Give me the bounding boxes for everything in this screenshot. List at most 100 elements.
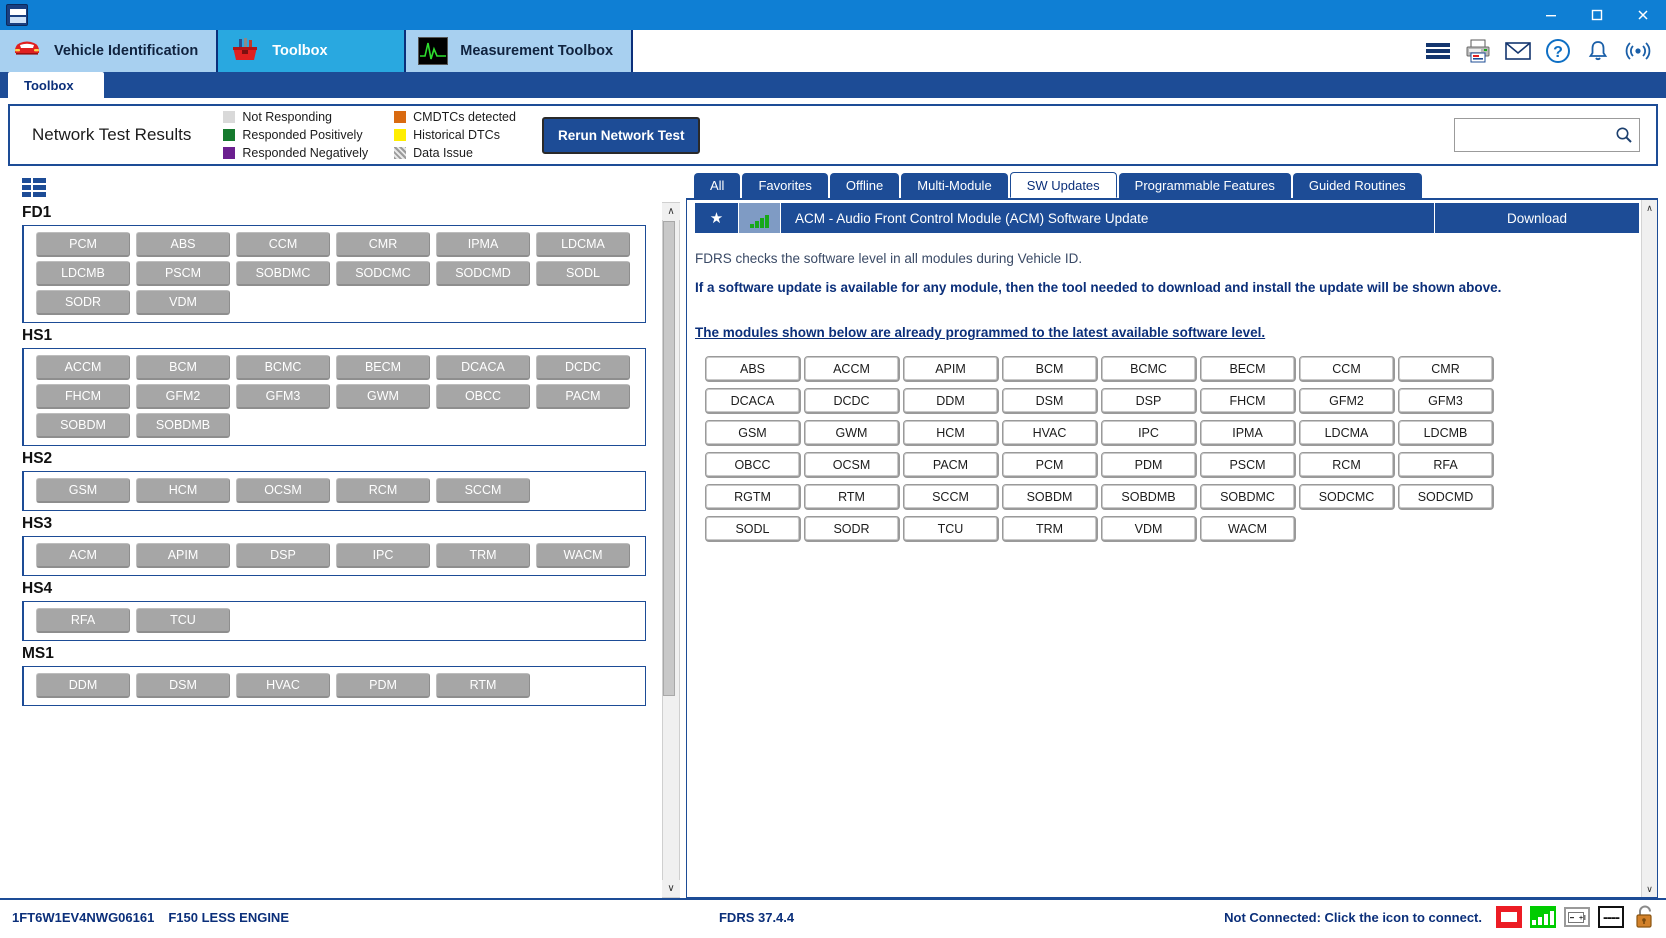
network-module-chip[interactable]: RFA [36, 608, 130, 633]
network-module-chip[interactable]: IPMA [436, 232, 530, 257]
network-module-chip[interactable]: DSM [136, 673, 230, 698]
up-to-date-module-chip[interactable]: SOBDM [1002, 484, 1098, 510]
software-update-row[interactable]: ★ ACM - Audio Front Control Module (ACM)… [695, 203, 1639, 233]
minimize-button[interactable] [1528, 0, 1574, 30]
up-to-date-module-chip[interactable]: ACCM [804, 356, 900, 382]
battery-icon[interactable]: + [1564, 906, 1590, 928]
network-module-chip[interactable]: GSM [36, 478, 130, 503]
up-to-date-module-chip[interactable]: ABS [705, 356, 801, 382]
network-module-chip[interactable]: GFM3 [236, 384, 330, 409]
up-to-date-module-chip[interactable]: FHCM [1200, 388, 1296, 414]
scroll-down-arrow[interactable]: ∨ [1642, 881, 1658, 897]
network-module-chip[interactable]: ACCM [36, 355, 130, 380]
up-to-date-module-chip[interactable]: BECM [1200, 356, 1296, 382]
up-to-date-module-chip[interactable]: RGTM [705, 484, 801, 510]
network-module-chip[interactable]: RTM [436, 673, 530, 698]
up-to-date-module-chip[interactable]: TCU [903, 516, 999, 542]
up-to-date-module-chip[interactable]: BCM [1002, 356, 1098, 382]
sub-tab-toolbox[interactable]: Toolbox [8, 72, 104, 98]
up-to-date-module-chip[interactable]: PSCM [1200, 452, 1296, 478]
scrollbar-track[interactable] [663, 220, 679, 880]
rerun-network-test-button[interactable]: Rerun Network Test [542, 117, 701, 154]
network-module-chip[interactable]: GWM [336, 384, 430, 409]
up-to-date-module-chip[interactable]: APIM [903, 356, 999, 382]
printer-icon[interactable] [1464, 37, 1492, 65]
up-to-date-module-chip[interactable]: SOBDMC [1200, 484, 1296, 510]
close-button[interactable] [1620, 0, 1666, 30]
network-module-chip[interactable]: DCDC [536, 355, 630, 380]
up-to-date-module-chip[interactable]: IPMA [1200, 420, 1296, 446]
network-module-chip[interactable]: ABS [136, 232, 230, 257]
network-module-chip[interactable]: LDCMB [36, 261, 130, 286]
network-module-chip[interactable]: CCM [236, 232, 330, 257]
network-module-chip[interactable]: GFM2 [136, 384, 230, 409]
up-to-date-module-chip[interactable]: GSM [705, 420, 801, 446]
network-module-chip[interactable]: ACM [36, 543, 130, 568]
maximize-button[interactable] [1574, 0, 1620, 30]
up-to-date-module-chip[interactable]: DSM [1002, 388, 1098, 414]
main-tab-measurement-toolbox[interactable]: Measurement Toolbox [406, 30, 633, 72]
unlocked-padlock-icon[interactable] [1632, 906, 1658, 928]
up-to-date-module-chip[interactable]: DSP [1101, 388, 1197, 414]
network-module-chip[interactable]: HCM [136, 478, 230, 503]
network-module-chip[interactable]: BCMC [236, 355, 330, 380]
network-module-chip[interactable]: SOBDMB [136, 413, 230, 438]
toolbox-tab-sw-updates[interactable]: SW Updates [1010, 172, 1117, 198]
up-to-date-module-chip[interactable]: WACM [1200, 516, 1296, 542]
up-to-date-module-chip[interactable]: PDM [1101, 452, 1197, 478]
network-module-chip[interactable]: VDM [136, 290, 230, 315]
up-to-date-module-chip[interactable]: SODL [705, 516, 801, 542]
up-to-date-module-chip[interactable]: SCCM [903, 484, 999, 510]
notification-bell-icon[interactable] [1584, 37, 1612, 65]
network-module-chip[interactable]: BCM [136, 355, 230, 380]
network-module-chip[interactable]: SOBDMC [236, 261, 330, 286]
network-module-chip[interactable]: SODCMD [436, 261, 530, 286]
network-module-chip[interactable]: PDM [336, 673, 430, 698]
up-to-date-module-chip[interactable]: PCM [1002, 452, 1098, 478]
up-to-date-module-chip[interactable]: GFM2 [1299, 388, 1395, 414]
favorite-star-icon[interactable]: ★ [695, 203, 739, 233]
up-to-date-module-chip[interactable]: DCACA [705, 388, 801, 414]
up-to-date-module-chip[interactable]: IPC [1101, 420, 1197, 446]
up-to-date-module-chip[interactable]: HCM [903, 420, 999, 446]
scrollbar-thumb[interactable] [663, 221, 675, 696]
network-module-chip[interactable]: BECM [336, 355, 430, 380]
network-module-chip[interactable]: DCACA [436, 355, 530, 380]
network-module-chip[interactable]: OBCC [436, 384, 530, 409]
grid-view-toggle-icon[interactable] [22, 178, 46, 198]
up-to-date-module-chip[interactable]: OCSM [804, 452, 900, 478]
up-to-date-module-chip[interactable]: OBCC [705, 452, 801, 478]
up-to-date-module-chip[interactable]: PACM [903, 452, 999, 478]
network-module-chip[interactable]: SCCM [436, 478, 530, 503]
network-module-chip[interactable]: SODCMC [336, 261, 430, 286]
up-to-date-module-chip[interactable]: SOBDMB [1101, 484, 1197, 510]
hamburger-menu-icon[interactable] [1424, 37, 1452, 65]
up-to-date-module-chip[interactable]: CCM [1299, 356, 1395, 382]
up-to-date-module-chip[interactable]: DCDC [804, 388, 900, 414]
broadcast-icon[interactable] [1624, 37, 1652, 65]
network-module-chip[interactable]: TRM [436, 543, 530, 568]
up-to-date-module-chip[interactable]: SODR [804, 516, 900, 542]
vci-disconnected-icon[interactable] [1496, 906, 1522, 928]
up-to-date-module-chip[interactable]: HVAC [1002, 420, 1098, 446]
scroll-up-arrow[interactable]: ∧ [662, 203, 680, 220]
up-to-date-module-chip[interactable]: VDM [1101, 516, 1197, 542]
up-to-date-module-chip[interactable]: TRM [1002, 516, 1098, 542]
up-to-date-module-chip[interactable]: DDM [903, 388, 999, 414]
main-tab-toolbox[interactable]: Toolbox [218, 30, 406, 72]
search-icon[interactable] [1615, 126, 1633, 144]
up-to-date-module-chip[interactable]: RFA [1398, 452, 1494, 478]
up-to-date-module-chip[interactable]: BCMC [1101, 356, 1197, 382]
network-module-chip[interactable]: DSP [236, 543, 330, 568]
toolbox-tab-programmable-features[interactable]: Programmable Features [1119, 173, 1291, 198]
up-to-date-module-chip[interactable]: LDCMA [1299, 420, 1395, 446]
network-module-chip[interactable]: RCM [336, 478, 430, 503]
network-module-chip[interactable]: CMR [336, 232, 430, 257]
network-module-chip[interactable]: WACM [536, 543, 630, 568]
network-module-chip[interactable]: LDCMA [536, 232, 630, 257]
network-module-chip[interactable]: SODR [36, 290, 130, 315]
toolbox-tab-all[interactable]: All [694, 173, 740, 198]
network-module-chip[interactable]: PCM [36, 232, 130, 257]
network-module-chip[interactable]: SOBDM [36, 413, 130, 438]
network-module-chip[interactable]: PACM [536, 384, 630, 409]
